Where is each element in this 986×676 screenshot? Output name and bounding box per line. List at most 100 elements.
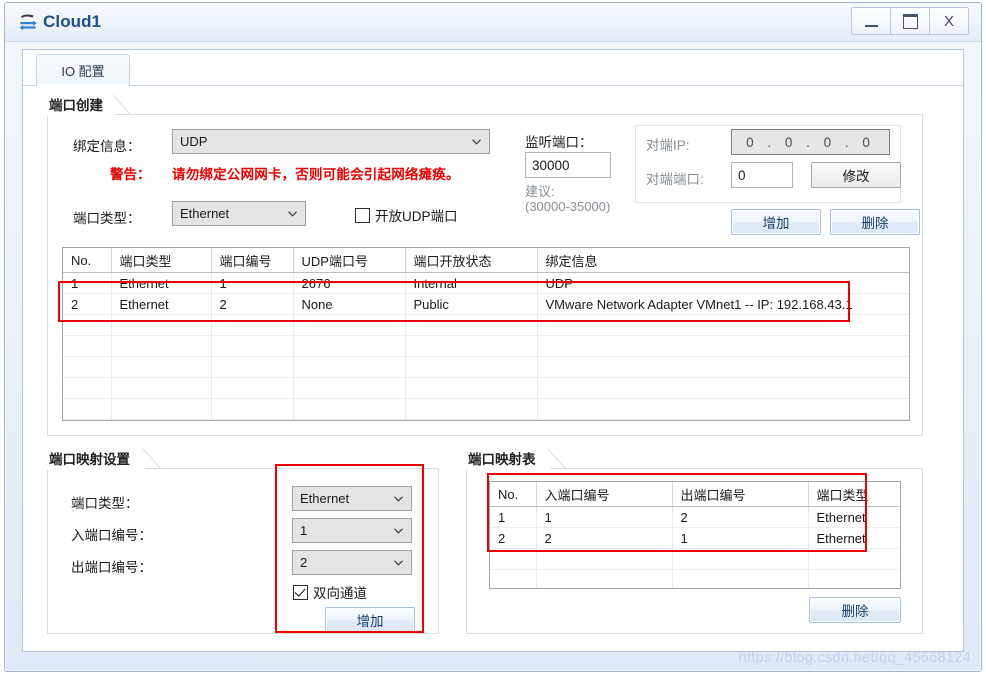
table-cell: 1 <box>211 273 293 294</box>
peer-port-value: 0 <box>738 168 746 183</box>
chevron-down-icon <box>472 139 481 145</box>
mapping-table[interactable]: No.入端口编号出端口编号端口类型 112Ethernet221Ethernet <box>489 481 901 589</box>
mapping-add-button[interactable]: 增加 <box>325 607 415 633</box>
column-header: 端口类型 <box>111 248 211 273</box>
port-table[interactable]: No.端口类型端口编号UDP端口号端口开放状态绑定信息 1Ethernet126… <box>62 247 910 421</box>
table-cell-empty <box>211 315 293 336</box>
table-cell-empty <box>537 399 910 420</box>
table-cell-empty <box>490 549 536 570</box>
group-mapping-table-body: No.入端口编号出端口编号端口类型 112Ethernet221Ethernet… <box>466 468 923 634</box>
table-cell-empty <box>537 315 910 336</box>
tab-io-config[interactable]: IO 配置 <box>36 54 130 86</box>
peer-ip-value: 0 . 0 . 0 . 0 <box>746 135 875 150</box>
port-type-value: Ethernet <box>180 206 229 221</box>
table-cell-empty <box>405 399 537 420</box>
table-cell-empty <box>63 399 111 420</box>
warning-text: 请勿绑定公网网卡，否则可能会引起网络瘫痪。 <box>172 163 460 183</box>
table-cell: 2 <box>490 528 536 549</box>
group-mapping-table-slope <box>548 449 568 470</box>
table-cell-empty <box>211 336 293 357</box>
table-cell: 2 <box>672 507 808 528</box>
table-row-empty[interactable] <box>63 357 910 378</box>
warning-label: 警告： <box>110 163 151 183</box>
column-header: No. <box>63 248 111 273</box>
table-row-empty[interactable] <box>490 570 901 590</box>
table-cell: Ethernet <box>111 273 211 294</box>
table-cell: 2 <box>536 528 672 549</box>
table-cell-empty <box>63 336 111 357</box>
delete-port-button[interactable]: 删除 <box>830 209 920 235</box>
group-port-create-caption: 端口创建 <box>49 94 107 116</box>
mapping-port-type-value: Ethernet <box>300 491 349 506</box>
table-row-empty[interactable] <box>63 336 910 357</box>
tab-active-cover <box>37 84 127 86</box>
peer-ip-label: 对端IP: <box>646 134 690 154</box>
table-cell: Public <box>405 294 537 315</box>
window-frame: Cloud1 X IO 配置 <box>4 2 982 672</box>
column-header: 绑定信息 <box>537 248 910 273</box>
table-cell-empty <box>537 357 910 378</box>
table-row-empty[interactable] <box>63 378 910 399</box>
group-port-create: 端口创建 绑定信息： UDP <box>47 94 923 436</box>
table-row-empty[interactable] <box>490 549 901 570</box>
column-header: 端口开放状态 <box>405 248 537 273</box>
table-cell-empty <box>293 336 405 357</box>
cloud-network-icon <box>17 11 39 33</box>
suggest-label: 建议: <box>525 181 555 200</box>
table-cell-empty <box>111 357 211 378</box>
application-window: Cloud1 X IO 配置 <box>0 0 986 676</box>
table-cell-empty <box>808 570 901 590</box>
mapping-in-port-value: 1 <box>300 523 307 538</box>
table-cell-empty <box>111 399 211 420</box>
table-cell-empty <box>63 315 111 336</box>
listen-port-input[interactable]: 30000 <box>525 152 611 178</box>
table-cell: Ethernet <box>111 294 211 315</box>
mapping-delete-button[interactable]: 删除 <box>809 597 901 623</box>
watermark: https://blog.csdn.net/qq_45668124 <box>739 650 971 666</box>
table-cell-empty <box>111 336 211 357</box>
table-cell: UDP <box>537 273 910 294</box>
table-row-empty[interactable] <box>63 399 910 420</box>
column-header: UDP端口号 <box>293 248 405 273</box>
maximize-button[interactable] <box>890 7 930 35</box>
group-port-create-body: 绑定信息： UDP 警告： 请勿绑定公网网卡，否则可能会引起网络瘫痪。 端口类型… <box>47 114 923 436</box>
table-cell-empty <box>211 378 293 399</box>
peer-ip-input[interactable]: 0 . 0 . 0 . 0 <box>731 129 890 155</box>
table-row[interactable]: 1Ethernet12676InternalUDP <box>63 273 910 294</box>
bidirectional-checkbox[interactable]: 双向通道 <box>293 582 367 602</box>
column-header: 端口编号 <box>211 248 293 273</box>
minimize-button[interactable] <box>851 7 891 35</box>
bind-info-select[interactable]: UDP <box>172 129 490 154</box>
table-cell: Ethernet <box>808 507 901 528</box>
mapping-table-header-row: No.入端口编号出端口编号端口类型 <box>490 482 901 507</box>
mapping-port-type-label: 端口类型： <box>71 492 139 512</box>
close-button[interactable]: X <box>929 7 969 35</box>
mapping-table-body: 112Ethernet221Ethernet <box>490 507 901 590</box>
open-udp-checkbox[interactable]: 开放UDP端口 <box>355 205 458 225</box>
mapping-port-type-select[interactable]: Ethernet <box>292 486 412 511</box>
table-cell-empty <box>537 336 910 357</box>
add-port-button[interactable]: 增加 <box>731 209 821 235</box>
bind-info-value: UDP <box>180 134 207 149</box>
table-cell-empty <box>211 357 293 378</box>
table-row[interactable]: 2Ethernet2NonePublicVMware Network Adapt… <box>63 294 910 315</box>
table-cell-empty <box>293 378 405 399</box>
table-cell-empty <box>536 570 672 590</box>
table-row-empty[interactable] <box>63 315 910 336</box>
peer-port-input[interactable]: 0 <box>731 162 793 188</box>
table-cell: 2676 <box>293 273 405 294</box>
table-cell-empty <box>405 357 537 378</box>
port-type-select[interactable]: Ethernet <box>172 201 306 226</box>
mapping-out-port-select[interactable]: 2 <box>292 550 412 575</box>
table-cell-empty <box>405 315 537 336</box>
chevron-down-icon <box>394 528 403 534</box>
table-cell: None <box>293 294 405 315</box>
table-cell: 1 <box>63 273 111 294</box>
mapping-in-port-select[interactable]: 1 <box>292 518 412 543</box>
window-title: Cloud1 <box>43 12 101 32</box>
table-row[interactable]: 112Ethernet <box>490 507 901 528</box>
modify-button[interactable]: 修改 <box>811 162 901 188</box>
port-table-body: 1Ethernet12676InternalUDP2Ethernet2NoneP… <box>63 273 910 420</box>
table-row[interactable]: 221Ethernet <box>490 528 901 549</box>
suggest-range: (30000-35000) <box>525 199 610 214</box>
